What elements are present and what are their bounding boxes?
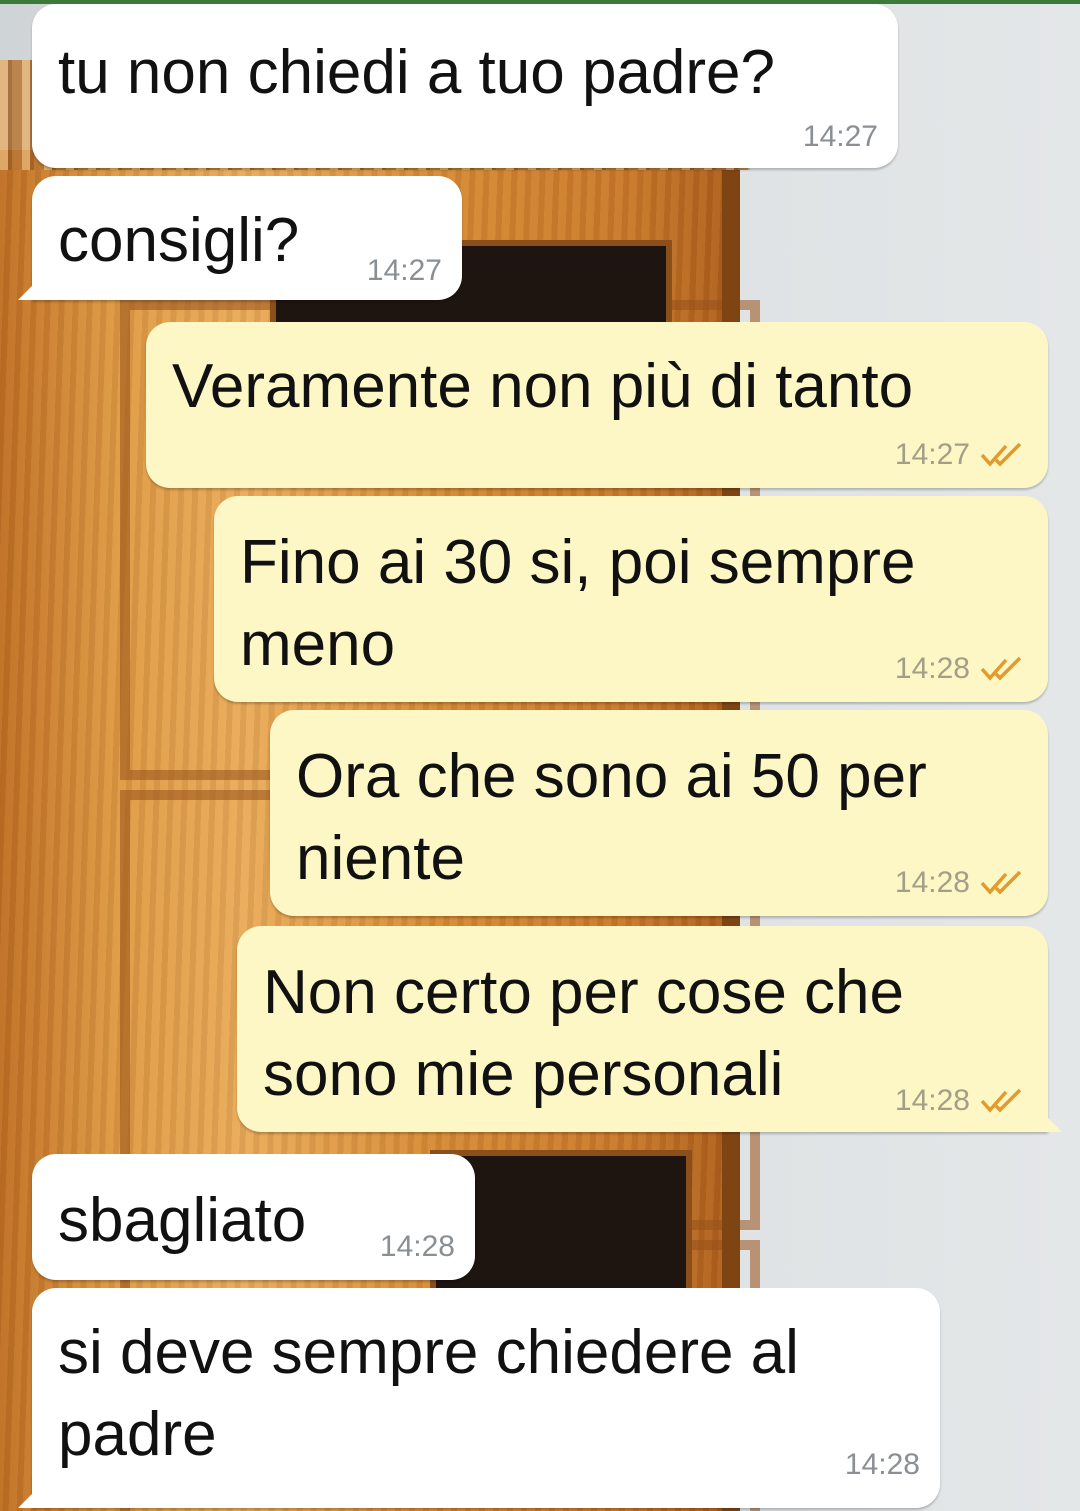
message-time: 14:28: [844, 1448, 920, 1481]
message-bubble-outgoing[interactable]: Veramente non più di tanto 14:27: [146, 322, 1048, 488]
message-text: sbagliato: [58, 1186, 307, 1255]
message-time: 14:28: [894, 1084, 970, 1117]
message-bubble-incoming[interactable]: consigli? 14:27: [18, 176, 462, 300]
message-time: 14:27: [366, 254, 442, 287]
message-text-line: Fino ai 30 si, poi sempre: [240, 528, 916, 597]
message-text-line: niente: [296, 824, 465, 893]
message-bubble-incoming[interactable]: si deve sempre chiedere al padre 14:28: [18, 1288, 940, 1508]
message-text-line: padre: [58, 1400, 217, 1469]
message-time: 14:28: [379, 1230, 455, 1263]
double-check-icon: [980, 870, 1022, 895]
message-time: 14:28: [894, 652, 970, 685]
message-time: 14:28: [894, 866, 970, 899]
message-bubble-outgoing[interactable]: Non certo per cose che sono mie personal…: [237, 926, 1062, 1132]
message-text-line: si deve sempre chiedere al: [58, 1318, 799, 1387]
message-text: tu non chiedi a tuo padre?: [58, 38, 775, 107]
message-bubble-outgoing[interactable]: Ora che sono ai 50 per niente 14:28: [270, 710, 1048, 916]
message-bubble-incoming[interactable]: sbagliato 14:28: [32, 1154, 475, 1280]
message-text-line: Ora che sono ai 50 per: [296, 742, 927, 811]
message-text-line: sono mie personali: [263, 1040, 784, 1109]
message-text: consigli?: [58, 206, 300, 275]
message-bubble-incoming[interactable]: tu non chiedi a tuo padre? 14:27: [32, 4, 898, 168]
message-bubble-outgoing[interactable]: Fino ai 30 si, poi sempre meno 14:28: [214, 496, 1048, 702]
message-text-line: meno: [240, 610, 396, 679]
double-check-icon: [980, 656, 1022, 681]
message-text: Veramente non più di tanto: [172, 352, 914, 421]
message-time: 14:27: [894, 438, 970, 471]
message-time: 14:27: [802, 120, 878, 153]
message-text-line: Non certo per cose che: [263, 958, 905, 1027]
double-check-icon: [980, 442, 1022, 467]
double-check-icon: [980, 1088, 1022, 1113]
